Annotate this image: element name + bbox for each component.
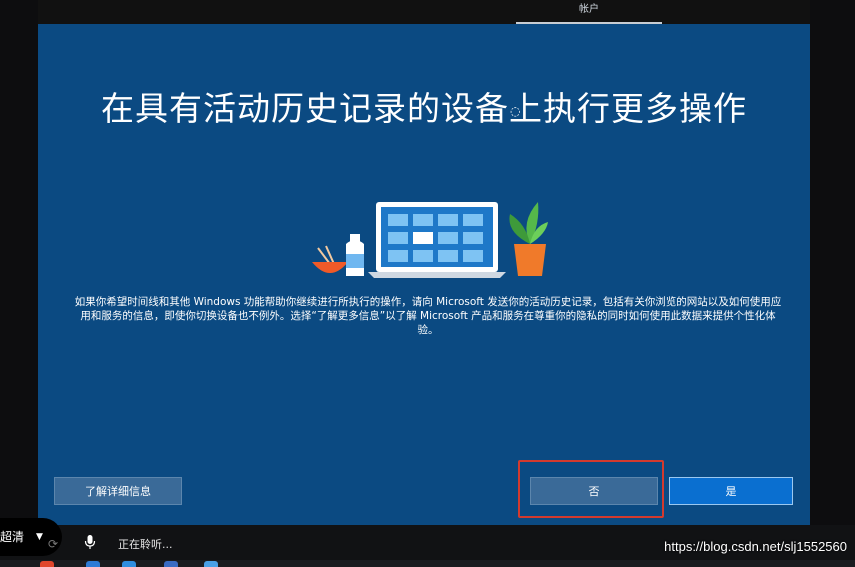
- mic-icon[interactable]: [84, 534, 96, 550]
- setup-window: 帐户 在具有活动历史记录的设备上执行更多操作 ◌ 如果你希望时间线和其他 Win…: [38, 0, 810, 525]
- taskbar-app-icon[interactable]: [204, 561, 218, 567]
- top-bar: 帐户: [38, 0, 810, 24]
- no-button[interactable]: 否: [530, 477, 658, 505]
- voice-status-text: 正在聆听...: [118, 538, 173, 551]
- bottle-illustration: [346, 234, 364, 276]
- activity-history-illustration: [312, 202, 548, 278]
- taskbar-app-icon[interactable]: [122, 561, 136, 567]
- taskbar-app-icon[interactable]: [164, 561, 178, 567]
- plant-illustration: [509, 202, 548, 276]
- watermark-text: https://blog.csdn.net/slj1552560: [664, 539, 847, 554]
- learn-more-button[interactable]: 了解详细信息: [54, 477, 182, 505]
- quality-label: 超清: [0, 530, 25, 544]
- refresh-icon[interactable]: ⟳: [48, 537, 58, 551]
- taskbar-app-icon[interactable]: [40, 561, 54, 567]
- chevron-down-icon: ▼: [36, 532, 43, 542]
- tab-account[interactable]: 帐户: [516, 0, 662, 24]
- taskbar-app-icon[interactable]: [86, 561, 100, 567]
- busy-cursor-icon: ◌: [510, 104, 521, 118]
- page-title: 在具有活动历史记录的设备上执行更多操作: [101, 89, 747, 128]
- yes-button[interactable]: 是: [669, 477, 793, 505]
- bowl-illustration: [312, 245, 348, 273]
- description-text: 如果你希望时间线和其他 Windows 功能帮助你继续进行所执行的操作，请向 M…: [74, 296, 782, 336]
- laptop-illustration: [368, 202, 506, 278]
